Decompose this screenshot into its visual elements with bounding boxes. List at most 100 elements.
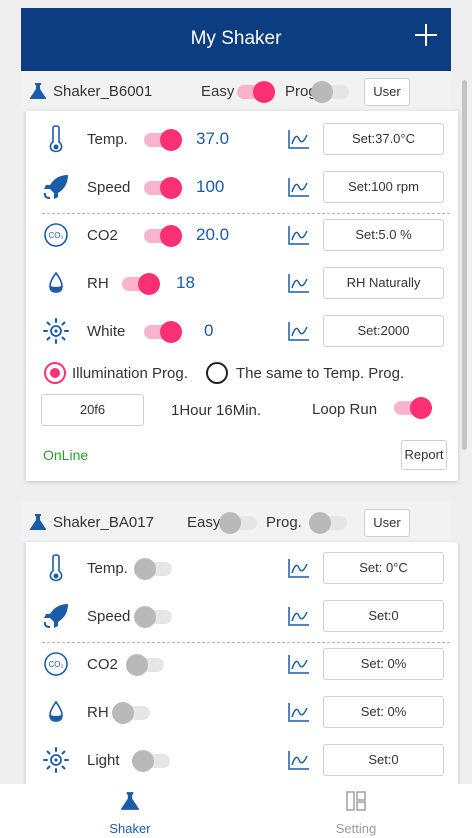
shaker-card: Temp. Set: 0°C Speed Set:0 CO₂ CO2 Set: … [26,542,458,784]
curve-icon[interactable] [288,225,310,245]
report-button[interactable]: Report [401,440,447,470]
thermometer-icon [49,125,63,153]
speed-toggle[interactable] [144,177,184,199]
curve-icon[interactable] [288,177,310,197]
water-drop-icon [49,700,63,722]
set-rh-button[interactable]: RH Naturally [323,267,444,299]
co2-row: CO₂ CO2 20.0 Set:5.0 % [26,215,458,255]
flask-icon [29,514,47,530]
co2-icon: CO₂ [44,652,68,676]
tab-setting-label: Setting [335,821,377,836]
illumination-prog-radio[interactable] [44,362,66,384]
svg-text:CO₂: CO₂ [48,660,63,669]
curve-icon[interactable] [288,273,310,293]
status-text: OnLine [43,447,89,463]
rh-row: RH 18 RH Naturally [26,263,458,303]
temp-row: Temp. Set: 0°C [26,548,458,588]
prog-label: Prog. [266,514,302,531]
same-temp-prog-label: The same to Temp. Prog. [236,365,405,382]
speed-row: Speed Set:0 [26,596,458,636]
curve-icon[interactable] [288,558,310,578]
temp-row: Temp. 37.0 Set:37.0°C [26,119,458,159]
shaker-name: Shaker_BA017 [53,514,154,531]
co2-label: CO2 [87,227,118,244]
tab-setting[interactable]: Setting [296,784,416,838]
set-rh-button[interactable]: Set: 0% [323,696,444,728]
shaker-name: Shaker_B6001 [53,83,153,100]
illumination-prog-label: Illumination Prog. [72,365,188,382]
thermometer-icon [49,554,63,582]
rocket-icon [43,175,68,199]
user-button[interactable]: User [364,509,410,537]
rh-label: RH [87,704,109,721]
loop-run-toggle[interactable] [394,397,434,419]
co2-value: 20.0 [196,225,230,244]
grid-icon [346,791,366,811]
prog-toggle[interactable] [309,512,349,534]
temp-value: 37.0 [196,129,230,148]
rh-toggle[interactable] [122,273,162,295]
easy-toggle[interactable] [237,81,277,103]
easy-label: Easy [187,514,221,531]
light-label: Light [87,752,120,769]
light-toggle[interactable] [132,750,172,772]
light-value: 0 [204,321,214,340]
flask-icon [29,83,47,99]
co2-row: CO₂ CO2 Set: 0% [26,644,458,684]
easy-toggle[interactable] [219,512,259,534]
same-temp-prog-radio[interactable] [206,362,228,384]
co2-toggle[interactable] [144,225,184,247]
svg-text:CO₂: CO₂ [48,231,63,240]
temp-label: Temp. [87,560,128,577]
prog-step-button[interactable]: 20f6 [41,394,144,426]
rh-value: 18 [176,273,195,292]
set-temp-button[interactable]: Set:37.0°C [323,123,444,155]
user-button[interactable]: User [364,78,410,106]
add-icon[interactable] [415,24,437,46]
set-light-button[interactable]: Set:2000 [323,315,444,347]
set-light-button[interactable]: Set:0 [323,744,444,776]
curve-icon[interactable] [288,129,310,149]
co2-icon: CO₂ [44,223,68,247]
tab-shaker[interactable]: Shaker [70,784,190,838]
loop-run-label: Loop Run [312,401,378,418]
speed-label: Speed [87,608,131,625]
temp-toggle[interactable] [144,129,184,151]
co2-toggle[interactable] [126,654,166,676]
curve-icon[interactable] [288,654,310,674]
shaker-header: Shaker_B6001 Easy Prog. User [21,71,451,111]
speed-toggle[interactable] [134,606,174,628]
set-temp-button[interactable]: Set: 0°C [323,552,444,584]
set-co2-button[interactable]: Set:5.0 % [323,219,444,251]
water-drop-icon [49,271,63,293]
prog-toggle[interactable] [311,81,351,103]
scrollbar[interactable] [462,80,467,450]
speed-row: Speed 100 Set:100 rpm [26,167,458,207]
divider [42,642,450,643]
easy-label: Easy [201,83,235,100]
rocket-icon [43,604,68,628]
curve-icon[interactable] [288,606,310,626]
app-header: My Shaker [21,8,451,71]
rh-toggle[interactable] [112,702,152,724]
light-toggle[interactable] [144,321,184,343]
flask-icon [120,792,140,810]
light-icon [43,747,69,773]
duration-text: 1Hour 16Min. [171,402,262,419]
page-title: My Shaker [190,28,282,49]
speed-value: 100 [196,177,225,196]
co2-label: CO2 [87,656,118,673]
tab-bar: Shaker Setting [0,784,472,838]
curve-icon[interactable] [288,750,310,770]
curve-icon[interactable] [288,702,310,722]
curve-icon[interactable] [288,321,310,341]
set-speed-button[interactable]: Set:0 [323,600,444,632]
shaker-header: Shaker_BA017 Easy Prog. User [21,502,451,542]
light-row: White 0 Set:2000 [26,311,458,351]
tab-shaker-label: Shaker [109,821,151,836]
rh-label: RH [87,275,109,292]
temp-toggle[interactable] [134,558,174,580]
speed-label: Speed [87,179,131,196]
set-co2-button[interactable]: Set: 0% [323,648,444,680]
set-speed-button[interactable]: Set:100 rpm [323,171,444,203]
